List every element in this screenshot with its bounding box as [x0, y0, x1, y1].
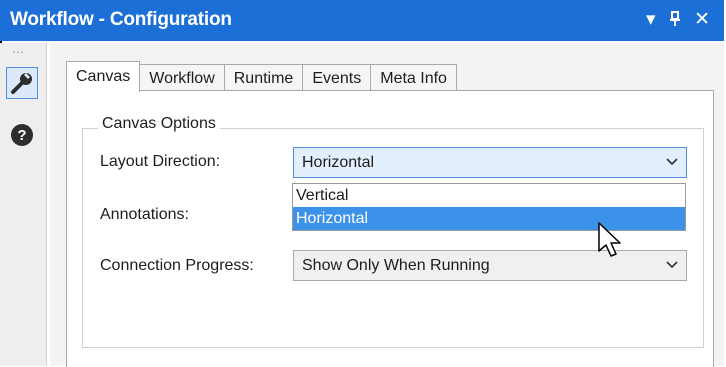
- window-title: Workflow - Configuration: [10, 9, 232, 30]
- title-controls: ▾ ✕: [638, 8, 710, 31]
- tab-canvas[interactable]: Canvas: [66, 61, 141, 92]
- layout-direction-select[interactable]: Horizontal: [293, 147, 687, 178]
- connection-progress-label: Connection Progress:: [100, 257, 254, 274]
- tab-events[interactable]: Events: [302, 64, 372, 91]
- chevron-down-icon: [666, 261, 678, 269]
- option-horizontal[interactable]: Horizontal: [293, 207, 685, 230]
- svg-text:?: ?: [17, 127, 26, 144]
- connection-progress-value: Show Only When Running: [302, 257, 490, 274]
- layout-direction-label: Layout Direction:: [100, 153, 221, 170]
- tab-strip: Canvas Workflow Runtime Events Meta Info: [66, 61, 457, 92]
- layout-direction-value: Horizontal: [302, 154, 375, 171]
- chevron-down-icon: [666, 158, 678, 166]
- connection-progress-select[interactable]: Show Only When Running: [293, 250, 687, 281]
- tab-meta-info[interactable]: Meta Info: [370, 64, 457, 91]
- sidebar: ⋯ ?: [0, 43, 47, 366]
- grip-icon[interactable]: ⋯: [12, 45, 25, 59]
- annotations-label: Annotations:: [100, 206, 189, 223]
- window-menu-dropdown-icon[interactable]: ▾: [646, 8, 656, 31]
- layout-direction-dropdown: Vertical Horizontal: [292, 183, 686, 231]
- help-button[interactable]: ?: [10, 123, 34, 147]
- tab-runtime[interactable]: Runtime: [223, 64, 304, 91]
- canvas-options-title: Canvas Options: [98, 115, 220, 133]
- mouse-cursor-icon: [598, 222, 621, 257]
- option-vertical[interactable]: Vertical: [293, 184, 685, 207]
- configuration-tool-button[interactable]: [6, 67, 38, 99]
- close-icon[interactable]: ✕: [694, 8, 710, 31]
- tab-workflow[interactable]: Workflow: [139, 64, 225, 91]
- wrench-icon: [11, 73, 32, 94]
- help-icon: ?: [11, 124, 33, 146]
- title-bar: Workflow - Configuration ▾ ✕: [0, 0, 724, 41]
- pin-icon[interactable]: [669, 9, 681, 31]
